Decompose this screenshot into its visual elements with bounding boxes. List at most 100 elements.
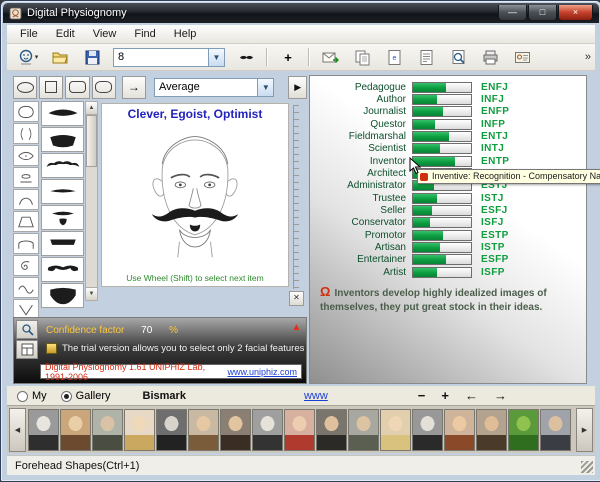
collapse-panel-icon[interactable]: ▲ [290,321,303,334]
scroll-down-icon[interactable]: ▼ [86,287,97,300]
menu-find[interactable]: Find [125,26,164,42]
forehead-shape-arch[interactable] [13,189,39,210]
personality-row[interactable]: Entertainer ESFP [310,254,586,266]
zoom-in-button[interactable]: + [441,388,449,403]
photo-thumbnail[interactable] [284,409,315,451]
photo-thumbnail[interactable] [92,409,123,451]
personality-row[interactable]: Artisan ISTP [310,241,586,253]
animate-button[interactable]: ▶ [288,76,307,99]
facial-hair-chevron[interactable] [41,101,84,126]
contour-squircle-button[interactable] [92,76,116,99]
forehead-shape-lens[interactable] [13,145,39,166]
style-combo[interactable]: Average ▼ [154,78,274,97]
gallery-radio[interactable] [61,391,72,402]
forehead-shape-small-oval[interactable] [13,167,39,188]
personality-row[interactable]: Fieldmarshal ENTJ [310,130,586,142]
feature-size-slider[interactable] [293,105,303,289]
maximize-button[interactable]: □ [528,5,557,21]
photo-thumbnail[interactable] [316,409,347,451]
personality-row[interactable]: Pedagogue ENFJ [310,81,586,93]
forehead-shape-waves[interactable] [13,277,39,298]
forehead-shape-oval[interactable] [13,101,39,122]
close-button[interactable]: × [558,5,593,21]
add-feature-button[interactable]: + [273,45,303,69]
id-card-button[interactable] [507,45,537,69]
personality-row[interactable]: Promotor ESTP [310,229,586,241]
print-button[interactable] [475,45,505,69]
portrait-panel[interactable]: Clever, Egoist, Optimist Use Wheel (Shif… [101,103,289,287]
email-button[interactable] [315,45,345,69]
photo-thumbnail[interactable] [508,409,539,451]
identikit-tool-button[interactable]: ▾ [13,45,43,69]
facial-hair-scrollbar[interactable]: ▲ ▼ [85,101,98,301]
print-preview-button[interactable] [443,45,473,69]
personality-row[interactable]: Author INFJ [310,93,586,105]
personality-row[interactable]: Questor INFP [310,118,586,130]
photo-thumbnail[interactable] [156,409,187,451]
facial-hair-walrus[interactable] [41,127,84,152]
photo-thumbnail[interactable] [540,409,571,451]
next-portrait-button[interactable]: → [494,388,507,403]
toolbar-overflow-button[interactable]: » [585,51,591,63]
contour-rounded-button[interactable] [65,76,89,99]
photo-thumbnail[interactable] [412,409,443,451]
next-item-button[interactable]: → [122,76,146,99]
save-text-button[interactable] [411,45,441,69]
photo-thumbnail[interactable] [380,409,411,451]
facial-hair-beard[interactable] [41,283,84,308]
website-link[interactable]: www.uniphiz.com [227,367,297,377]
gallery-radio-label[interactable]: Gallery [76,390,111,402]
minimize-button[interactable]: — [498,5,527,21]
facial-hair-curled[interactable] [41,257,84,282]
menu-help[interactable]: Help [165,26,206,42]
menu-edit[interactable]: Edit [47,26,84,42]
personality-row[interactable]: Seller ESFJ [310,204,586,216]
scroll-up-icon[interactable]: ▲ [86,102,97,115]
photo-thumbnail[interactable] [124,409,155,451]
photo-thumbnail[interactable] [60,409,91,451]
photo-thumbnail[interactable] [444,409,475,451]
zoom-button[interactable] [16,320,38,339]
photo-thumbnail[interactable] [28,409,59,451]
strip-scroll-right-button[interactable]: ▶ [576,408,593,452]
contour-oval-button[interactable] [13,76,37,99]
menu-file[interactable]: File [11,26,47,42]
save-button[interactable] [77,45,107,69]
personality-row[interactable]: Trustee ISTJ [310,192,586,204]
contour-square-button[interactable] [39,76,63,99]
mustache-tool-button[interactable] [231,45,261,69]
photo-thumbnail[interactable] [252,409,283,451]
remove-feature-button[interactable]: ✕ [289,291,304,306]
combo-dropdown-icon[interactable]: ▼ [208,49,224,66]
zoom-out-button[interactable]: − [418,388,426,403]
prev-portrait-button[interactable]: ← [465,388,478,403]
pencil-size-combo[interactable]: 8 ▼ [113,48,225,67]
menu-view[interactable]: View [84,26,126,42]
photo-thumbnail[interactable] [188,409,219,451]
scrollbar-thumb[interactable] [86,115,97,167]
personality-row[interactable]: Conservator ISFJ [310,217,586,229]
personality-row[interactable]: Scientist INTJ [310,143,586,155]
photo-thumbnail[interactable] [476,409,507,451]
strip-scroll-left-button[interactable]: ◀ [9,408,26,452]
open-button[interactable] [45,45,75,69]
facial-hair-flat[interactable] [41,231,84,256]
personality-row[interactable]: Journalist ENFP [310,106,586,118]
personality-row[interactable]: Inventor ENTP [310,155,586,167]
titlebar[interactable]: Digital Physiognomy — □ × [3,3,599,23]
my-radio[interactable] [17,391,28,402]
person-www-link[interactable]: www [304,390,328,402]
forehead-shape-curves[interactable] [13,123,39,144]
forehead-shape-curl[interactable] [13,255,39,276]
forehead-shape-dome[interactable] [13,233,39,254]
photo-thumbnail[interactable] [348,409,379,451]
combo-dropdown-icon[interactable]: ▼ [257,79,273,96]
resize-grip[interactable] [581,461,593,473]
forehead-shape-trapezoid[interactable] [13,211,39,232]
copy-portrait-button[interactable] [347,45,377,69]
personality-row[interactable]: Artist ISFP [310,266,586,278]
facial-hair-pencil[interactable] [41,179,84,204]
photo-thumbnail[interactable] [220,409,251,451]
facial-hair-goatee[interactable] [41,205,84,230]
my-radio-label[interactable]: My [32,390,47,402]
